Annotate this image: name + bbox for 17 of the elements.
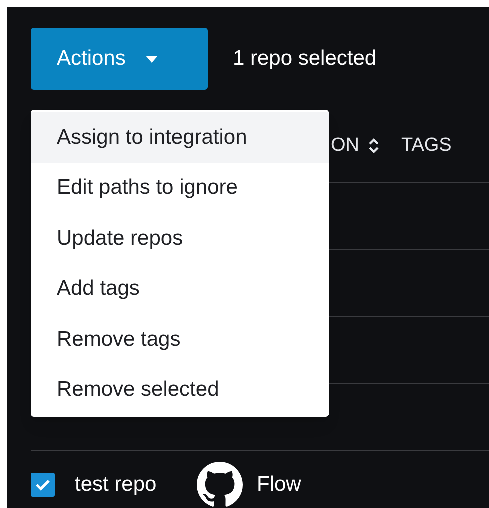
menu-item[interactable]: Remove selected <box>31 364 329 415</box>
checkmark-icon <box>35 479 51 491</box>
caret-icon <box>146 56 158 62</box>
integration-name: Flow <box>257 472 302 498</box>
menu-item[interactable]: Remove tags <box>31 314 329 364</box>
sort-icon[interactable] <box>368 138 380 154</box>
github-icon <box>197 462 243 508</box>
row-checkbox[interactable] <box>31 473 55 497</box>
column-header[interactable]: ON <box>331 132 360 160</box>
actions-button[interactable]: Actions <box>31 28 208 90</box>
repo-name: test repo <box>75 472 158 498</box>
column-header[interactable]: TAGS <box>402 132 452 160</box>
selection-count: 1 repo selected <box>233 46 377 72</box>
menu-item[interactable]: Edit paths to ignore <box>31 162 329 213</box>
menu-item[interactable]: Assign to integration <box>31 112 329 162</box>
menu-item[interactable]: Add tags <box>31 264 329 314</box>
menu-item[interactable]: Update repos <box>31 213 329 264</box>
